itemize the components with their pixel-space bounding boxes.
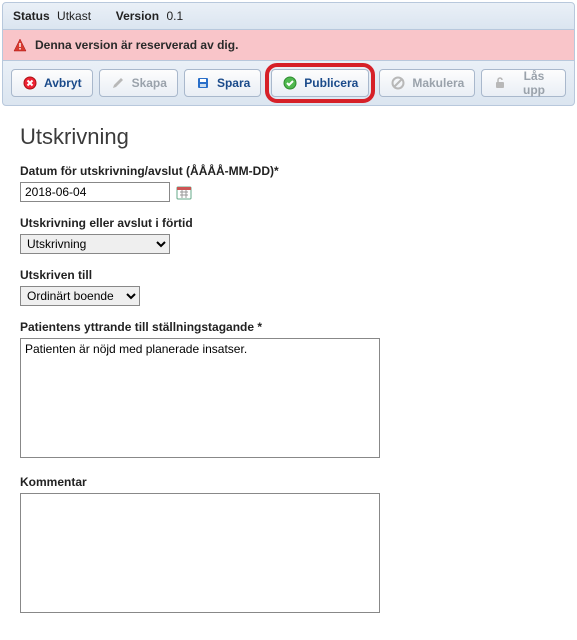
save-icon (195, 75, 211, 91)
version-value: 0.1 (166, 9, 183, 23)
calendar-icon[interactable] (176, 184, 192, 200)
field-utskriven-till: Utskriven till Ordinärt boende (20, 268, 557, 306)
version-label: Version (116, 9, 159, 23)
makulera-label: Makulera (412, 76, 464, 90)
status-label: Status (13, 9, 50, 23)
utskriven-till-select[interactable]: Ordinärt boende (20, 286, 140, 306)
check-circle-icon (282, 75, 298, 91)
fortid-select[interactable]: Utskrivning (20, 234, 170, 254)
spara-label: Spara (217, 76, 250, 90)
kommentar-textarea[interactable] (20, 493, 380, 613)
field-kommentar: Kommentar (20, 475, 557, 616)
status-bar: Status Utkast Version 0.1 (2, 2, 575, 30)
page-title: Utskrivning (20, 124, 557, 150)
avbryt-button[interactable]: Avbryt (11, 69, 93, 97)
pencil-icon (110, 75, 126, 91)
kommentar-label: Kommentar (20, 475, 557, 489)
spara-button[interactable]: Spara (184, 69, 261, 97)
alert-message: Denna version är reserverad av dig. (35, 38, 238, 52)
datum-label: Datum för utskrivning/avslut (ÅÅÅÅ-MM-DD… (20, 164, 557, 178)
las-upp-button[interactable]: Lås upp (481, 69, 566, 97)
status-value: Utkast (57, 9, 91, 23)
publicera-highlight: Publicera (265, 63, 375, 103)
cancel-icon (22, 75, 38, 91)
skapa-label: Skapa (132, 76, 167, 90)
prohibit-icon (390, 75, 406, 91)
field-yttrande: Patientens yttrande till ställningstagan… (20, 320, 557, 461)
skapa-button[interactable]: Skapa (99, 69, 178, 97)
avbryt-label: Avbryt (44, 76, 82, 90)
toolbar: Avbryt Skapa Spara Publicera Makulera Lå… (2, 60, 575, 106)
field-fortid: Utskrivning eller avslut i förtid Utskri… (20, 216, 557, 254)
datum-input[interactable] (20, 182, 170, 202)
publicera-label: Publicera (304, 76, 358, 90)
warning-icon (13, 38, 27, 52)
unlock-icon (492, 75, 507, 91)
utskriven-till-label: Utskriven till (20, 268, 557, 282)
las-upp-label: Lås upp (513, 69, 555, 97)
yttrande-textarea[interactable] (20, 338, 380, 458)
yttrande-label: Patientens yttrande till ställningstagan… (20, 320, 557, 334)
field-datum: Datum för utskrivning/avslut (ÅÅÅÅ-MM-DD… (20, 164, 557, 202)
reserved-alert: Denna version är reserverad av dig. (2, 30, 575, 60)
fortid-label: Utskrivning eller avslut i förtid (20, 216, 557, 230)
publicera-button[interactable]: Publicera (271, 69, 369, 97)
makulera-button[interactable]: Makulera (379, 69, 475, 97)
form-area: Utskrivning Datum för utskrivning/avslut… (0, 106, 577, 640)
